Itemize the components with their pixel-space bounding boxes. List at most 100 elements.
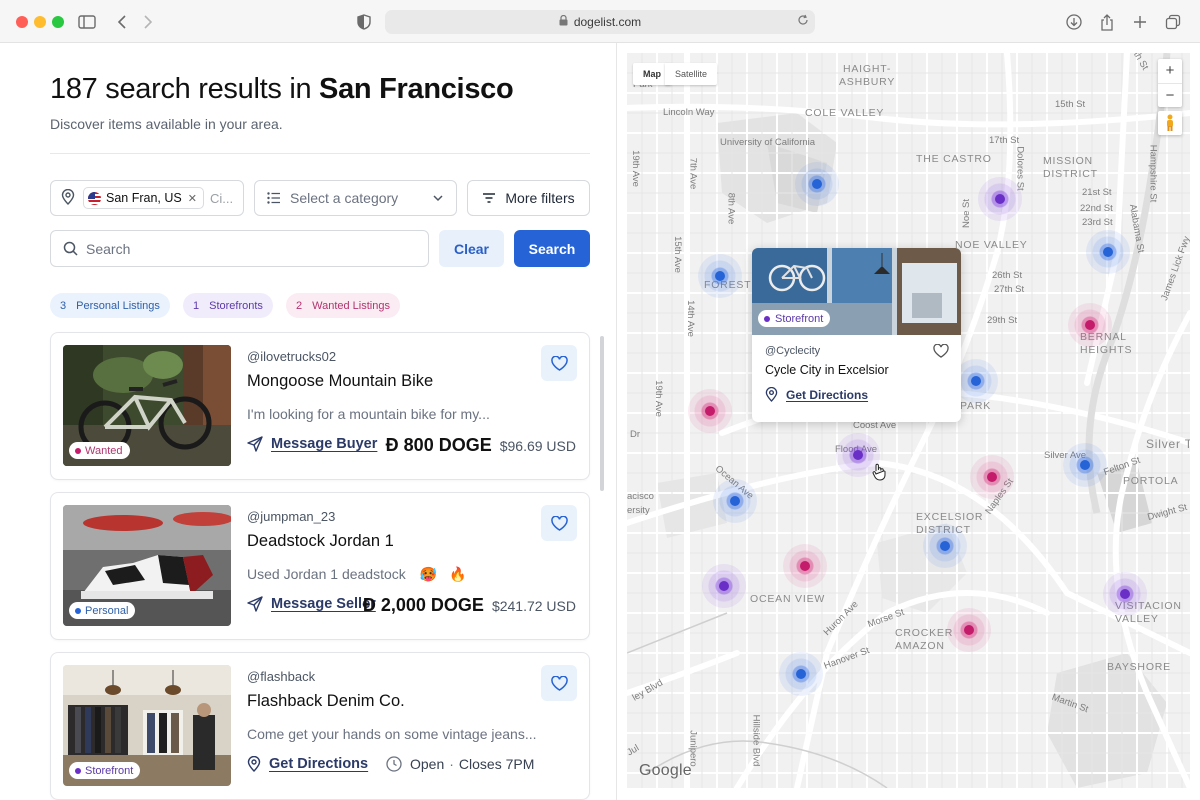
map-marker-wanted[interactable] xyxy=(688,389,732,433)
listing-title[interactable]: Deadstock Jordan 1 xyxy=(247,532,394,551)
privacy-shield-icon[interactable] xyxy=(353,11,375,33)
street-label: Hampshire St xyxy=(1147,144,1159,203)
map-marker-storefront[interactable] xyxy=(702,564,746,608)
reload-icon[interactable] xyxy=(797,14,809,29)
tab-overview-icon[interactable] xyxy=(1162,11,1184,33)
get-directions-link[interactable]: Get Directions xyxy=(247,756,368,772)
location-input-overflow[interactable]: Ci... xyxy=(210,191,233,206)
tag-count: 1 xyxy=(193,299,200,312)
map-popup-card[interactable]: Storefront @Cyclecity Cycle City in Exce… xyxy=(752,248,961,422)
map-marker-personal[interactable] xyxy=(779,652,823,696)
category-placeholder: Select a category xyxy=(290,190,399,206)
price-usd: $96.69 USD xyxy=(499,438,576,454)
message-buyer-label[interactable]: Message Buyer xyxy=(271,436,377,452)
map-marker-personal[interactable] xyxy=(1063,443,1107,487)
badge-label: Storefront xyxy=(85,764,134,777)
price: Ð 2,000 DOGE $241.72 USD xyxy=(363,595,576,616)
popup-get-directions-label[interactable]: Get Directions xyxy=(786,388,868,402)
marker-dot xyxy=(971,376,981,386)
more-filters-button[interactable]: More filters xyxy=(467,180,590,216)
map[interactable]: HAIGHT- ASHBURY COLE VALLEY THE CASTRO MI… xyxy=(627,53,1190,788)
map-marker-wanted[interactable] xyxy=(970,455,1014,499)
map-marker-personal[interactable] xyxy=(713,479,757,523)
map-marker-personal[interactable] xyxy=(923,524,967,568)
marker-dot xyxy=(1103,247,1113,257)
status-badge: Wanted xyxy=(69,442,130,459)
send-icon xyxy=(247,596,263,612)
share-icon[interactable] xyxy=(1096,11,1118,33)
marker-dot xyxy=(853,450,863,460)
get-directions-label[interactable]: Get Directions xyxy=(269,756,368,772)
street-label: 15th Ave xyxy=(671,236,683,273)
search-button[interactable]: Search xyxy=(514,230,590,267)
message-seller-label[interactable]: Message Seller xyxy=(271,596,376,612)
message-buyer-link[interactable]: Message Buyer xyxy=(247,436,377,452)
listing-title[interactable]: Flashback Denim Co. xyxy=(247,692,405,711)
back-icon[interactable] xyxy=(111,11,133,33)
tag-personal-listings[interactable]: 3 Personal Listings xyxy=(50,293,170,318)
download-icon[interactable] xyxy=(1063,11,1085,33)
seller-handle[interactable]: @jumpman_23 xyxy=(247,509,335,524)
street-label: ersity xyxy=(627,505,650,516)
badge-dot xyxy=(75,607,81,614)
search-icon xyxy=(63,241,78,256)
marker-dot xyxy=(705,406,715,416)
scrollbar[interactable] xyxy=(600,336,604,491)
map-pin-icon xyxy=(247,756,261,772)
category-select[interactable]: Select a category xyxy=(254,180,457,216)
address-bar[interactable]: dogelist.com xyxy=(385,10,815,34)
street-label: 21st St xyxy=(1082,187,1112,198)
zoom-out-button[interactable]: − xyxy=(1158,84,1182,108)
listing-card[interactable]: Wanted @ilovetrucks02 Mongoose Mountain … xyxy=(50,332,590,480)
new-tab-icon[interactable] xyxy=(1129,11,1151,33)
street-view-pegman-icon[interactable] xyxy=(1158,111,1182,135)
location-chip[interactable]: San Fran, US ✕ xyxy=(83,187,204,209)
map-label-castro: THE CASTRO xyxy=(916,153,992,165)
favorite-button[interactable] xyxy=(541,345,577,381)
map-marker-wanted[interactable] xyxy=(783,544,827,588)
forward-icon[interactable] xyxy=(137,11,159,33)
listing-card[interactable]: Personal @jumpman_23 Deadstock Jordan 1 … xyxy=(50,492,590,640)
popup-get-directions-link[interactable]: Get Directions xyxy=(765,387,868,402)
listing-title[interactable]: Mongoose Mountain Bike xyxy=(247,372,433,391)
tag-wanted-listings[interactable]: 2 Wanted Listings xyxy=(286,293,400,318)
popup-handle[interactable]: @Cyclecity xyxy=(765,345,820,357)
location-field[interactable]: San Fran, US ✕ Ci... xyxy=(50,180,244,216)
popup-favorite-heart-icon[interactable] xyxy=(933,343,949,363)
map-marker-wanted[interactable] xyxy=(947,608,991,652)
marker-dot xyxy=(940,541,950,551)
seller-handle[interactable]: @flashback xyxy=(247,669,315,684)
listing-card[interactable]: Storefront @flashback Flashback Denim Co… xyxy=(50,652,590,800)
clear-button[interactable]: Clear xyxy=(439,230,504,267)
maximize-window-button[interactable] xyxy=(52,16,64,28)
favorite-button[interactable] xyxy=(541,665,577,701)
street-label: 27th St xyxy=(994,284,1025,295)
street-label: 22nd St xyxy=(1080,203,1113,214)
zoom-in-button[interactable]: + xyxy=(1158,59,1182,84)
hand-cursor-icon xyxy=(872,463,886,486)
map-marker-personal[interactable] xyxy=(1086,230,1130,274)
minimize-window-button[interactable] xyxy=(34,16,46,28)
map-label-ocean-view: OCEAN VIEW xyxy=(750,593,826,605)
search-input[interactable]: Search xyxy=(50,230,429,267)
status-badge: Personal xyxy=(69,602,136,619)
favorite-button[interactable] xyxy=(541,505,577,541)
tag-storefronts[interactable]: 1 Storefronts xyxy=(183,293,273,318)
remove-location-icon[interactable]: ✕ xyxy=(188,192,197,205)
map-marker-storefront[interactable] xyxy=(1103,572,1147,616)
price-usd: $241.72 USD xyxy=(491,598,576,614)
map-tab-satellite[interactable]: Satellite xyxy=(665,63,718,85)
map-marker-personal[interactable] xyxy=(698,254,742,298)
clock-icon xyxy=(386,756,402,772)
popup-title[interactable]: Cycle City in Excelsior xyxy=(765,363,889,377)
map-marker-personal[interactable] xyxy=(795,162,839,206)
sidebar-toggle-icon[interactable] xyxy=(76,11,98,33)
closing-time: Closes 7PM xyxy=(458,756,535,772)
seller-handle[interactable]: @ilovetrucks02 xyxy=(247,349,336,364)
message-seller-link[interactable]: Message Seller xyxy=(247,596,376,612)
close-window-button[interactable] xyxy=(16,16,28,28)
street-label: acisco xyxy=(627,491,654,502)
map-marker-wanted[interactable] xyxy=(1068,303,1112,347)
map-marker-storefront[interactable] xyxy=(978,177,1022,221)
map-label-haight-ashbury: HAIGHT- ASHBURY xyxy=(839,63,896,88)
